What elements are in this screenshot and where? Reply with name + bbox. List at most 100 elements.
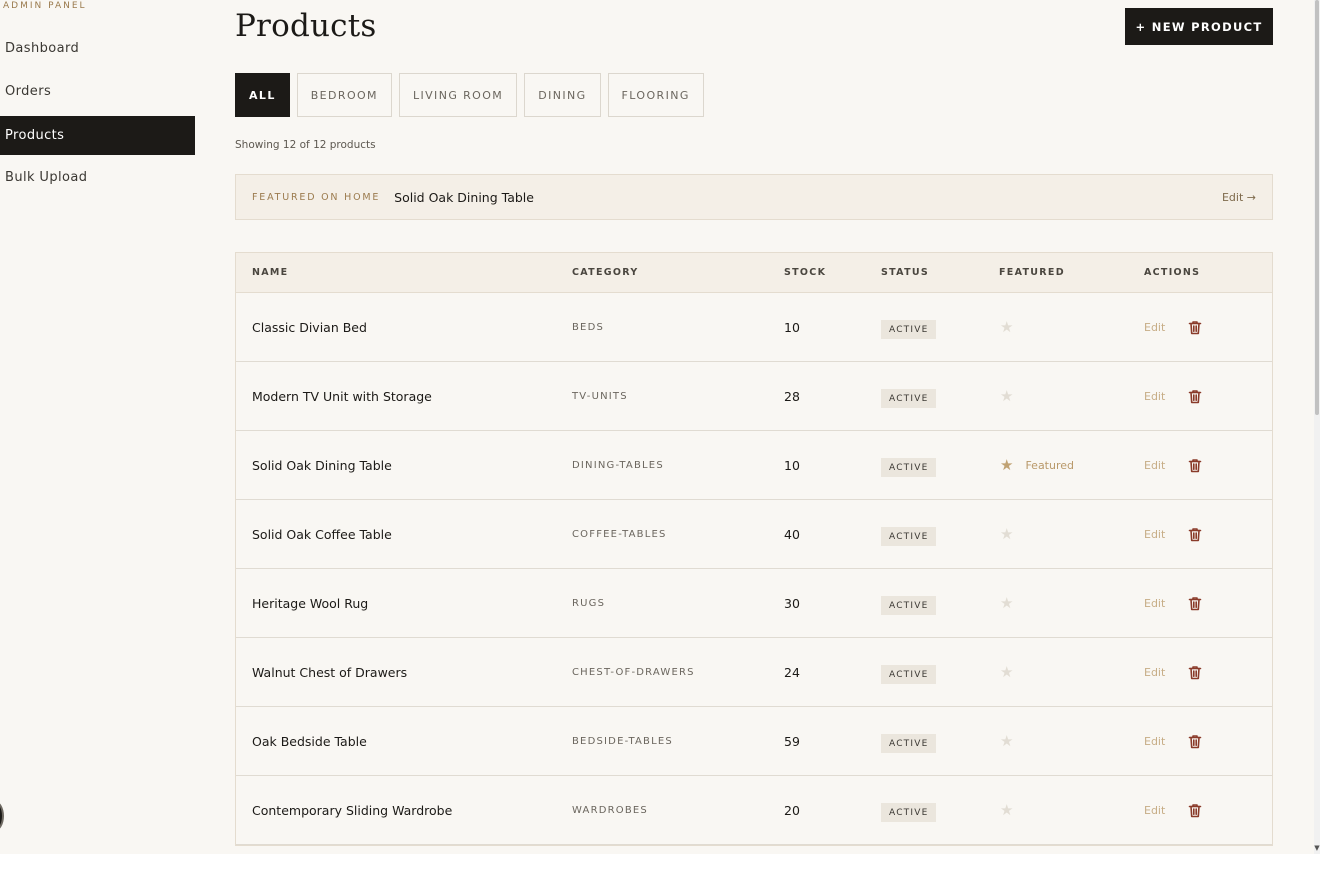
product-name: Classic Divian Bed: [252, 320, 367, 335]
product-name: Solid Oak Dining Table: [252, 458, 392, 473]
status-cell: ACTIVE: [881, 638, 937, 707]
star-icon[interactable]: ★: [1000, 389, 1013, 404]
delete-button[interactable]: [1188, 362, 1202, 431]
trash-icon: [1188, 665, 1202, 680]
status-badge: ACTIVE: [881, 458, 937, 477]
edit-button[interactable]: Edit: [1144, 362, 1165, 431]
category-filters: ALL BEDROOM LIVING ROOM DINING FLOORING: [235, 73, 704, 117]
sidebar-item-products[interactable]: Products: [0, 116, 195, 155]
trash-icon: [1188, 803, 1202, 818]
edit-button[interactable]: Edit: [1144, 431, 1165, 500]
trash-icon: [1188, 527, 1202, 542]
trash-icon: [1188, 734, 1202, 749]
trash-icon: [1188, 389, 1202, 404]
featured-banner: FEATURED ON HOME Solid Oak Dining Table …: [235, 174, 1273, 220]
star-icon[interactable]: ★: [1000, 320, 1013, 335]
star-icon[interactable]: ★: [1000, 458, 1013, 473]
floating-action-button[interactable]: [0, 801, 4, 831]
table-row: Solid Oak Coffee Table COFFEE-TABLES 40 …: [236, 500, 1272, 569]
table-header: NAME CATEGORY STOCK STATUS FEATURED ACTI…: [236, 253, 1272, 293]
delete-button[interactable]: [1188, 500, 1202, 569]
delete-button[interactable]: [1188, 431, 1202, 500]
delete-button[interactable]: [1188, 569, 1202, 638]
product-category: BEDS: [572, 322, 605, 333]
filter-dining[interactable]: DINING: [524, 73, 601, 117]
product-stock: 10: [784, 458, 800, 473]
delete-button[interactable]: [1188, 707, 1202, 776]
sidebar-item-orders[interactable]: Orders: [0, 72, 195, 111]
featured-cell: ★: [1000, 707, 1013, 776]
column-header-featured: FEATURED: [999, 267, 1065, 278]
table-body: Classic Divian Bed BEDS 10 ACTIVE ★ Edit…: [236, 293, 1272, 845]
results-count: Showing 12 of 12 products: [235, 139, 376, 151]
column-header-category: CATEGORY: [572, 267, 639, 278]
product-name: Modern TV Unit with Storage: [252, 389, 432, 404]
table-row: Walnut Chest of Drawers CHEST-OF-DRAWERS…: [236, 638, 1272, 707]
product-name: Oak Bedside Table: [252, 734, 367, 749]
column-header-stock: STOCK: [784, 267, 827, 278]
status-badge: ACTIVE: [881, 734, 937, 753]
status-cell: ACTIVE: [881, 569, 937, 638]
status-cell: ACTIVE: [881, 293, 937, 362]
scroll-down-arrow-icon[interactable]: ▼: [1314, 845, 1320, 852]
page-title: Products: [235, 8, 377, 44]
product-category: WARDROBES: [572, 805, 648, 816]
table-row: Modern TV Unit with Storage TV-UNITS 28 …: [236, 362, 1272, 431]
filter-bedroom[interactable]: BEDROOM: [296, 73, 392, 117]
product-name: Walnut Chest of Drawers: [252, 665, 408, 680]
edit-button[interactable]: Edit: [1144, 569, 1165, 638]
column-header-status: STATUS: [881, 267, 930, 278]
new-product-button[interactable]: + NEW PRODUCT: [1125, 8, 1273, 45]
featured-cell: ★: [1000, 776, 1013, 845]
column-header-actions: ACTIONS: [1144, 267, 1201, 278]
edit-button[interactable]: Edit: [1144, 500, 1165, 569]
star-icon[interactable]: ★: [1000, 803, 1013, 818]
featured-cell: ★: [1000, 362, 1013, 431]
page-scrollbar[interactable]: ▼: [1314, 0, 1320, 854]
edit-button[interactable]: Edit: [1144, 638, 1165, 707]
delete-button[interactable]: [1188, 776, 1202, 845]
filter-flooring[interactable]: FLOORING: [607, 73, 704, 117]
product-stock: 10: [784, 320, 800, 335]
featured-product-name: Solid Oak Dining Table: [394, 189, 534, 205]
edit-button[interactable]: Edit: [1144, 293, 1165, 362]
sidebar-item-dashboard[interactable]: Dashboard: [0, 29, 195, 68]
star-icon[interactable]: ★: [1000, 734, 1013, 749]
status-badge: ACTIVE: [881, 527, 937, 546]
product-stock: 28: [784, 389, 800, 404]
featured-cell: ★: [1000, 293, 1013, 362]
status-cell: ACTIVE: [881, 707, 937, 776]
admin-page: ADMIN PANEL Dashboard Orders Products Bu…: [0, 0, 1314, 854]
featured-label: FEATURED ON HOME: [252, 191, 381, 203]
status-cell: ACTIVE: [881, 362, 937, 431]
featured-cell: ★: [1000, 500, 1013, 569]
delete-button[interactable]: [1188, 293, 1202, 362]
trash-icon: [1188, 596, 1202, 611]
edit-button[interactable]: Edit: [1144, 707, 1165, 776]
filter-living-room[interactable]: LIVING ROOM: [398, 73, 518, 117]
sidebar-item-bulk-upload[interactable]: Bulk Upload: [0, 158, 195, 197]
sidebar: ADMIN PANEL Dashboard Orders Products Bu…: [0, 0, 195, 854]
star-icon[interactable]: ★: [1000, 665, 1013, 680]
delete-button[interactable]: [1188, 638, 1202, 707]
status-cell: ACTIVE: [881, 776, 937, 845]
table-row: Contemporary Sliding Wardrobe WARDROBES …: [236, 776, 1272, 845]
star-icon[interactable]: ★: [1000, 596, 1013, 611]
featured-edit-link[interactable]: Edit →: [1222, 191, 1256, 204]
star-icon[interactable]: ★: [1000, 527, 1013, 542]
product-stock: 59: [784, 734, 800, 749]
trash-icon: [1188, 458, 1202, 473]
scrollbar-thumb[interactable]: [1315, 0, 1319, 415]
product-stock: 40: [784, 527, 800, 542]
product-category: BEDSIDE-TABLES: [572, 736, 673, 747]
products-table: NAME CATEGORY STOCK STATUS FEATURED ACTI…: [235, 252, 1273, 846]
product-name: Solid Oak Coffee Table: [252, 527, 392, 542]
featured-cell: ★ Featured: [1000, 431, 1074, 500]
edit-button[interactable]: Edit: [1144, 776, 1165, 845]
brand-label: ADMIN PANEL: [3, 1, 87, 11]
filter-all[interactable]: ALL: [235, 73, 290, 117]
status-badge: ACTIVE: [881, 596, 937, 615]
featured-cell: ★: [1000, 569, 1013, 638]
product-category: DINING-TABLES: [572, 460, 664, 471]
featured-cell: ★: [1000, 638, 1013, 707]
